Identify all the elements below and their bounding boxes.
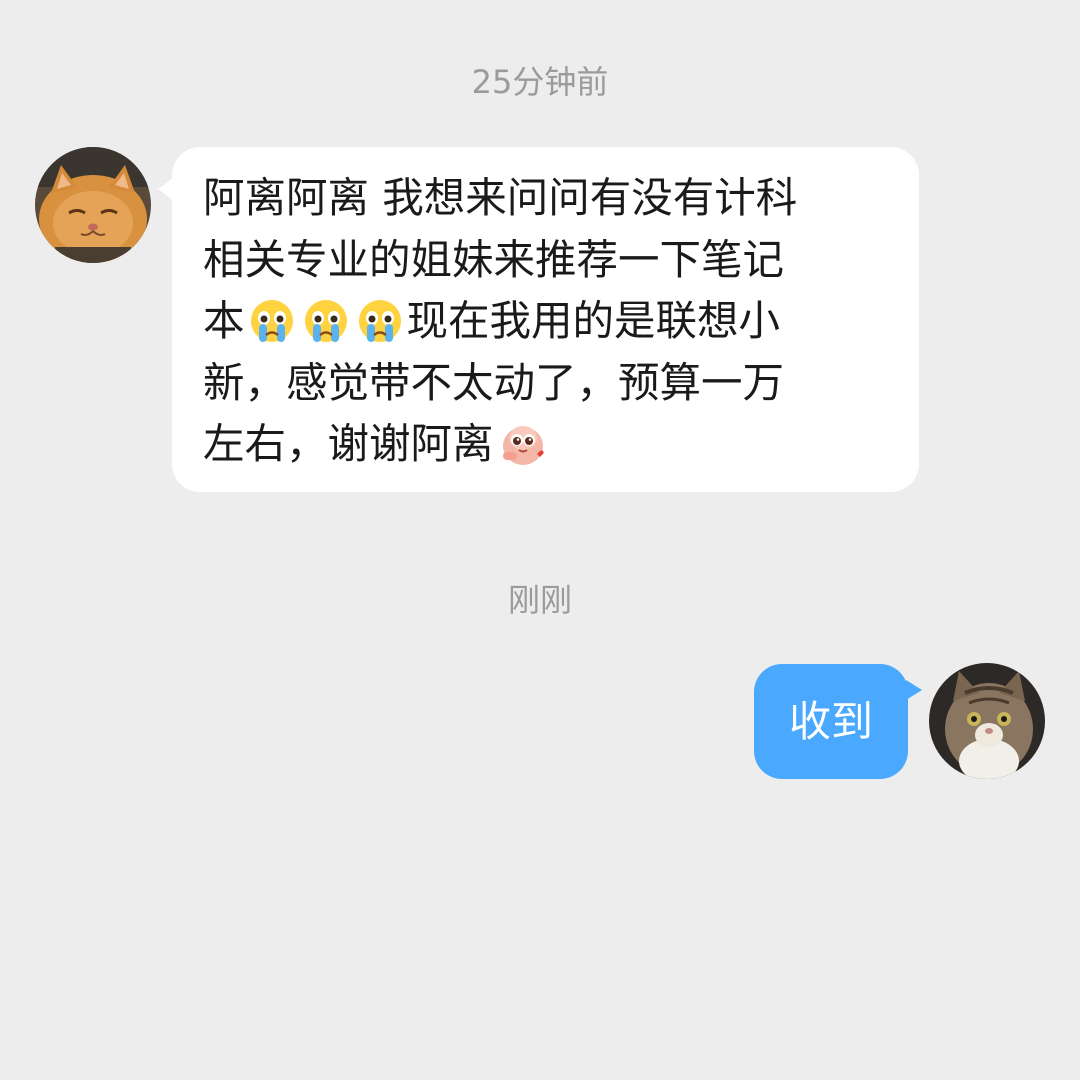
message-line: 本 现在我用的是联想小 xyxy=(203,290,879,352)
shy-sticker-emoji-icon xyxy=(497,416,549,468)
message-line-text: 左右，谢谢阿离 xyxy=(203,419,494,468)
timestamp-just-now: 刚刚 xyxy=(507,581,572,619)
outgoing-message-bubble[interactable]: 收到 xyxy=(754,664,922,779)
message-line: 阿离阿离 我想来问问有没有计科 xyxy=(203,173,798,222)
incoming-message-bubble[interactable]: 阿离阿离 我想来问问有没有计科 相关专业的姐妹来推荐一下笔记 本 现在我用的是联想… xyxy=(158,147,919,492)
message-line: 新，感觉带不太动了，预算一万 xyxy=(203,357,785,407)
crying-face-emoji-icon xyxy=(302,297,350,345)
tabby-cat-avatar-icon xyxy=(929,663,1045,779)
message-line: 左右，谢谢阿离 xyxy=(203,413,879,475)
message-line-prefix: 本 xyxy=(203,296,245,345)
sender-avatar[interactable] xyxy=(35,147,151,263)
timestamp-25-min-ago: 25分钟前 xyxy=(471,63,609,101)
message-line: 相关专业的姐妹来推荐一下笔记 xyxy=(203,234,785,284)
orange-cat-avatar-icon xyxy=(35,147,151,263)
crying-face-emoji-icon xyxy=(356,297,404,345)
crying-face-emoji-icon xyxy=(248,297,296,345)
outgoing-message-text: 收到 xyxy=(788,697,873,746)
message-line-text: 现在我用的是联想小 xyxy=(406,296,781,345)
my-avatar[interactable] xyxy=(929,663,1045,779)
